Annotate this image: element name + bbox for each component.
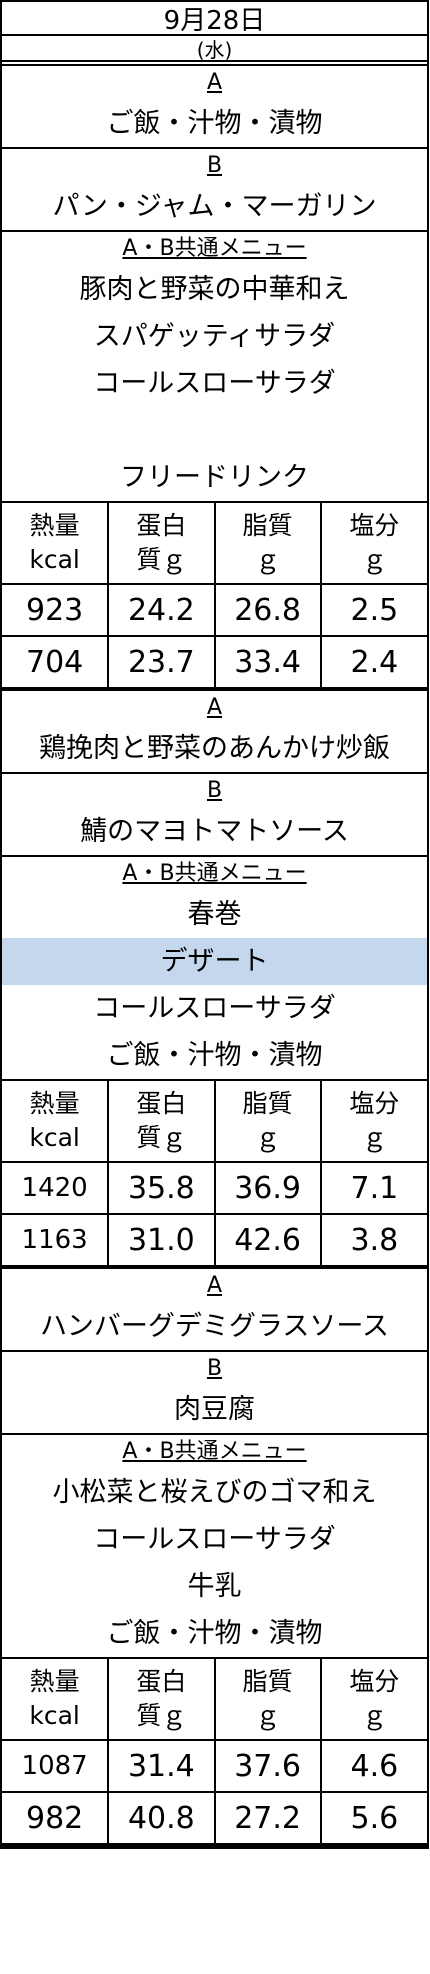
nutrition-value: 2.5 [319, 583, 427, 637]
meal-1-option-a: A ご飯・汁物・漬物 [2, 66, 427, 149]
nutrition-value: 23.7 [107, 635, 216, 689]
meal-3-nutrition-table: 熱量 kcal 蛋白 質ｇ 脂質 ｇ 塩分 ｇ 1087 31.4 37.6 4.6 982 40.8 27… [2, 1659, 427, 1845]
menu-item: 鶏挽肉と野菜のあんかけ炒飯 [39, 733, 390, 764]
nutrition-value: 37.6 [213, 1739, 322, 1793]
nutrition-header-cell: 蛋白 質ｇ [107, 1659, 216, 1741]
menu-item: フリードリンク [120, 462, 309, 493]
nutrition-header-cell: 塩分 ｇ [319, 503, 427, 585]
nutrition-wrap: 熱量 kcal 蛋白 質ｇ 脂質 ｇ 塩分 ｇ 923 24.2 26.8 2.5 704 23.7 33.… [2, 503, 427, 691]
nutrition-row: 704 23.7 33.4 2.4 [2, 635, 427, 689]
nutrition-header-cell: 蛋白 質ｇ [107, 1081, 216, 1163]
meal-1-nutrition-table: 熱量 kcal 蛋白 質ｇ 脂質 ｇ 塩分 ｇ 923 24.2 26.8 2.5 704 23.7 33.… [2, 503, 427, 689]
nutrition-value: 1163 [2, 1213, 110, 1267]
nutrition-value: 31.4 [107, 1739, 216, 1793]
nutrition-wrap: 熱量 kcal 蛋白 質ｇ 脂質 ｇ 塩分 ｇ 1087 31.4 37.6 4.6 982 40.8 27… [2, 1659, 427, 1847]
date-header: 9月28日 [2, 2, 427, 36]
menu-item: スパゲッティサラダ [93, 321, 336, 352]
nutrition-header-cell: 脂質 ｇ [213, 1081, 322, 1163]
nutrition-header-cell: 蛋白 質ｇ [107, 503, 216, 585]
menu-item: 肉豆腐 [174, 1394, 255, 1425]
nutrition-value: 42.6 [213, 1213, 322, 1267]
common-menu-label: A・B共通メニュー [122, 861, 307, 886]
nutrition-value: 31.0 [107, 1213, 216, 1267]
common-menu-label: A・B共通メニュー [122, 1439, 307, 1464]
nutrition-header-cell: 塩分 ｇ [319, 1659, 427, 1741]
menu-item: パン・ジャム・マーガリン [52, 191, 377, 222]
nutrition-header-cell: 脂質 ｇ [213, 1659, 322, 1741]
nutrition-value: 7.1 [319, 1161, 427, 1215]
nutrition-row: 982 40.8 27.2 5.6 [2, 1791, 427, 1845]
nutrition-value: 27.2 [213, 1791, 322, 1845]
meal-2-option-a: A 鶏挽肉と野菜のあんかけ炒飯 [2, 691, 427, 774]
menu-item: 春巻 [187, 899, 242, 930]
nutrition-value: 5.6 [319, 1791, 427, 1845]
nutrition-value: 35.8 [107, 1161, 216, 1215]
menu-item: ご飯・汁物・漬物 [106, 108, 323, 139]
nutrition-header-cell: 脂質 ｇ [213, 503, 322, 585]
nutrition-wrap: 熱量 kcal 蛋白 質ｇ 脂質 ｇ 塩分 ｇ 1420 35.8 36.9 7.1 1163 31.0 4… [2, 1081, 427, 1269]
menu-item: 牛乳 [187, 1571, 242, 1602]
weekday-header: (水) [2, 36, 427, 66]
nutrition-header-cell: 熱量 kcal [2, 503, 110, 585]
menu-item: 鯖のマヨトマトソース [80, 816, 349, 847]
meal-3-option-b: B 肉豆腐 [2, 1352, 427, 1435]
nutrition-value: 3.8 [319, 1213, 427, 1267]
nutrition-header-row: 熱量 kcal 蛋白 質ｇ 脂質 ｇ 塩分 ｇ [2, 1659, 427, 1741]
nutrition-row: 1163 31.0 42.6 3.8 [2, 1213, 427, 1267]
nutrition-header-cell: 塩分 ｇ [319, 1081, 427, 1163]
nutrition-value: 26.8 [213, 583, 322, 637]
nutrition-header-row: 熱量 kcal 蛋白 質ｇ 脂質 ｇ 塩分 ｇ [2, 503, 427, 585]
menu-item: コールスローサラダ [93, 1524, 336, 1555]
nutrition-value: 33.4 [213, 635, 322, 689]
menu-item: デザート [2, 938, 427, 985]
nutrition-value: 982 [2, 1791, 110, 1845]
meal-3-option-a: A ハンバーグデミグラスソース [2, 1269, 427, 1352]
meal-2-nutrition-table: 熱量 kcal 蛋白 質ｇ 脂質 ｇ 塩分 ｇ 1420 35.8 36.9 7.1 1163 31.0 4… [2, 1081, 427, 1267]
meal-2-option-b: B 鯖のマヨトマトソース [2, 774, 427, 857]
nutrition-value: 36.9 [213, 1161, 322, 1215]
option-b-label: B [206, 1356, 223, 1381]
nutrition-value: 923 [2, 583, 110, 637]
menu-item: コールスローサラダ [93, 368, 336, 399]
option-b-label: B [206, 778, 223, 803]
nutrition-value: 24.2 [107, 583, 216, 637]
option-a-label: A [206, 1273, 223, 1298]
common-menu-label: A・B共通メニュー [122, 236, 307, 261]
meal-2-common-menu: A・B共通メニュー春巻デザートコールスローサラダ ご飯・汁物・漬物 [2, 857, 427, 1081]
option-b-label: B [206, 153, 223, 178]
meals-container: A ご飯・汁物・漬物 B パン・ジャム・マーガリン A・B共通メニュー 豚肉と野菜の中華和… [2, 66, 427, 1847]
option-a-label: A [206, 695, 223, 720]
nutrition-value: 4.6 [319, 1739, 427, 1793]
meal-3-common-menu: A・B共通メニュー小松菜と桜えびのゴマ和え コールスローサラダ 牛乳ご飯・汁物・漬物 [2, 1435, 427, 1659]
option-a-label: A [206, 70, 223, 95]
nutrition-header-row: 熱量 kcal 蛋白 質ｇ 脂質 ｇ 塩分 ｇ [2, 1081, 427, 1163]
nutrition-row: 1420 35.8 36.9 7.1 [2, 1161, 427, 1215]
menu-item: ハンバーグデミグラスソース [39, 1311, 390, 1342]
meal-1-common-menu: A・B共通メニュー豚肉と野菜の中華和え スパゲッティサラダ コールスローサラダ フリー… [2, 232, 427, 503]
nutrition-header-cell: 熱量 kcal [2, 1081, 110, 1163]
nutrition-value: 704 [2, 635, 110, 689]
meal-1-option-b: B パン・ジャム・マーガリン [2, 149, 427, 232]
menu-item [2, 407, 427, 454]
menu-item: 豚肉と野菜の中華和え [79, 274, 350, 305]
nutrition-row: 1087 31.4 37.6 4.6 [2, 1739, 427, 1793]
menu-item: ご飯・汁物・漬物 [106, 1618, 323, 1649]
nutrition-value: 1087 [2, 1739, 110, 1793]
nutrition-header-cell: 熱量 kcal [2, 1659, 110, 1741]
nutrition-value: 2.4 [319, 635, 427, 689]
nutrition-value: 1420 [2, 1161, 110, 1215]
nutrition-row: 923 24.2 26.8 2.5 [2, 583, 427, 637]
nutrition-value: 40.8 [107, 1791, 216, 1845]
menu-item: コールスローサラダ [93, 993, 336, 1024]
menu-item: ご飯・汁物・漬物 [106, 1040, 323, 1071]
menu-item: 小松菜と桜えびのゴマ和え [52, 1477, 377, 1508]
menu-sheet: 9月28日 (水) A ご飯・汁物・漬物 B パン・ジャム・マーガリン A・B共通メニュ… [0, 0, 429, 1849]
